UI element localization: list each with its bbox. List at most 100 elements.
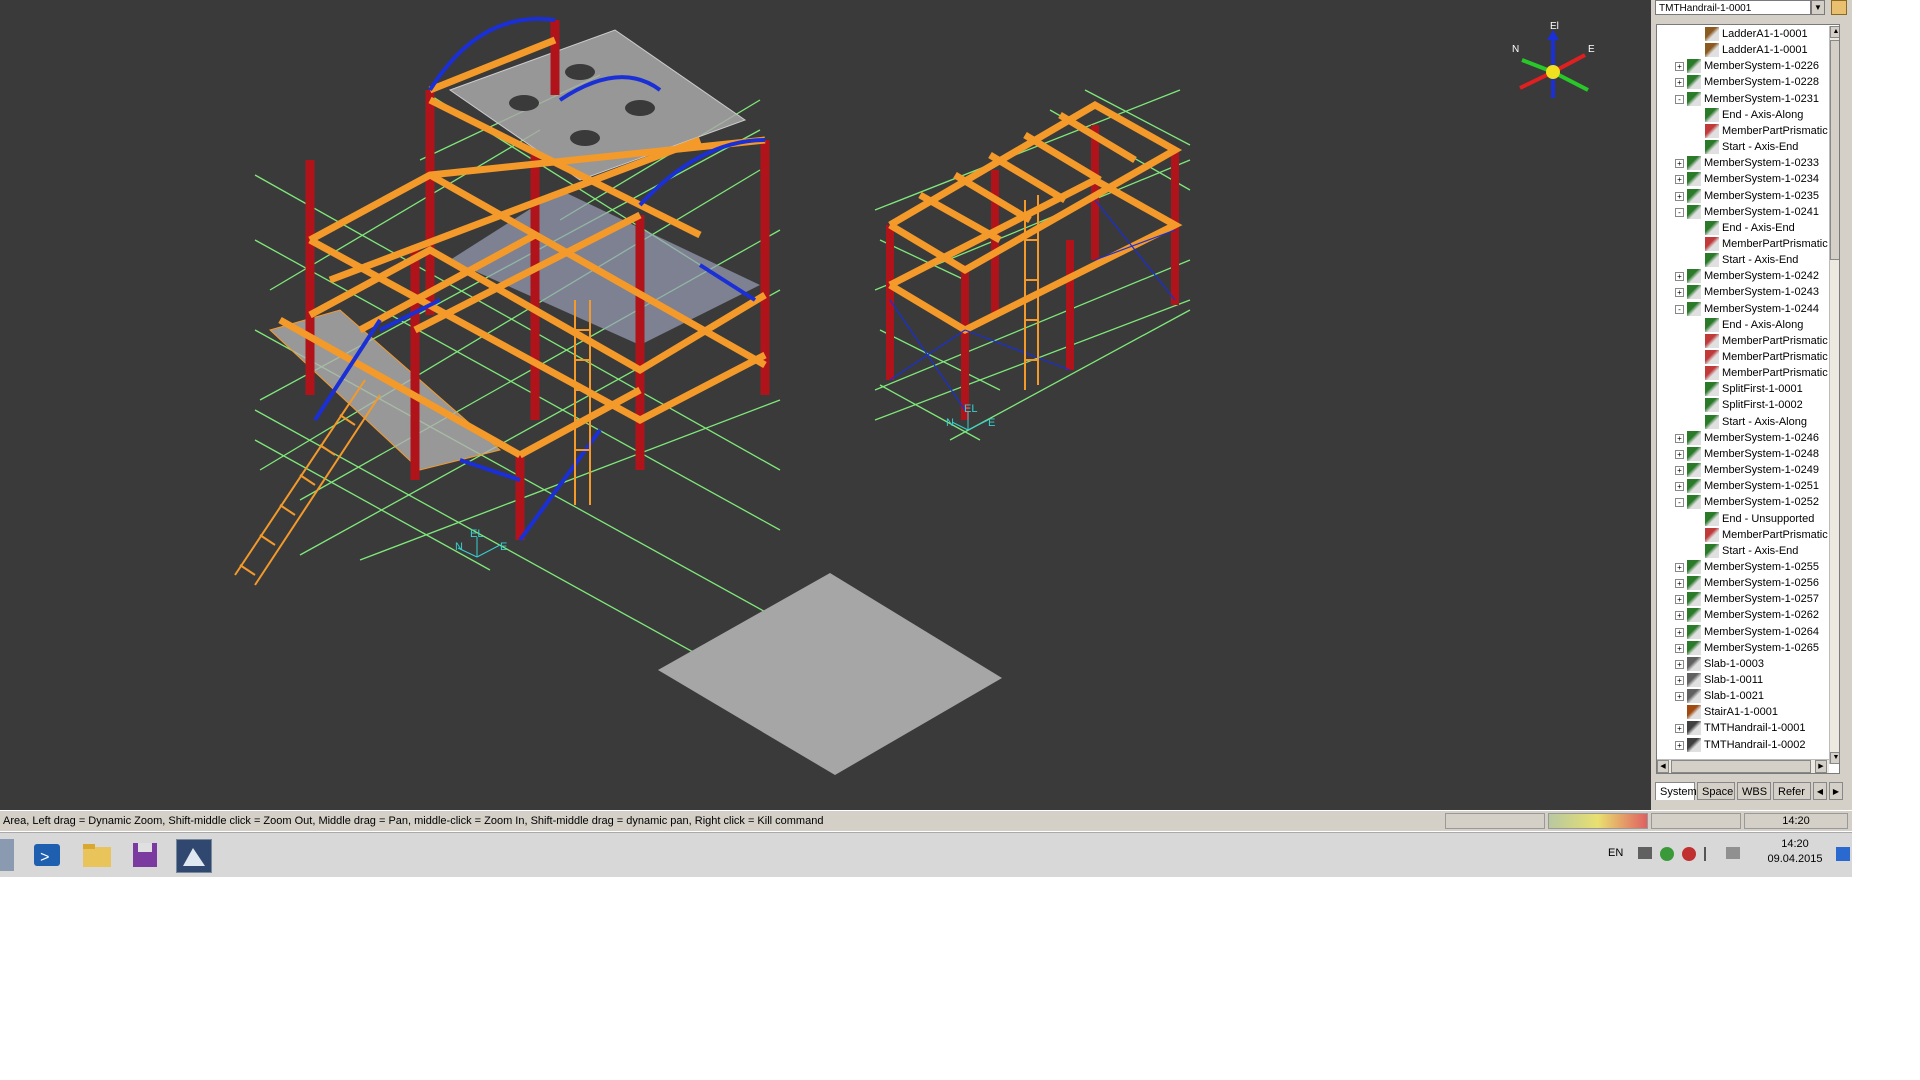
tree-item[interactable]: + MemberSystem-1-0257 xyxy=(1657,591,1829,607)
tree-item[interactable]: MemberPartPrismatic xyxy=(1657,333,1829,349)
tree-item[interactable]: + MemberSystem-1-0255 xyxy=(1657,559,1829,575)
tree-vertical-scrollbar[interactable]: ▲ ▼ xyxy=(1829,26,1839,764)
tree-item[interactable]: + MemberSystem-1-0246 xyxy=(1657,430,1829,446)
tree-item[interactable]: + TMTHandrail-1-0002 xyxy=(1657,737,1829,753)
hscroll-thumb[interactable] xyxy=(1671,760,1811,773)
collapse-icon[interactable]: - xyxy=(1675,207,1684,217)
expand-icon[interactable]: + xyxy=(1675,562,1684,572)
tree-item[interactable]: + MemberSystem-1-0233 xyxy=(1657,155,1829,171)
file-explorer-icon[interactable] xyxy=(80,839,114,871)
expand-icon[interactable]: + xyxy=(1675,676,1684,685)
tree-item[interactable]: MemberPartPrismatic xyxy=(1657,365,1829,381)
expand-icon[interactable]: + xyxy=(1675,595,1684,605)
expand-icon[interactable]: + xyxy=(1675,482,1684,492)
tree-item[interactable]: + Slab-1-0003 xyxy=(1657,656,1829,672)
tree-item[interactable]: + MemberSystem-1-0228 xyxy=(1657,74,1829,90)
expand-icon[interactable]: + xyxy=(1675,449,1684,459)
collapse-icon[interactable]: - xyxy=(1675,304,1684,314)
tree-item[interactable]: MemberPartPrismatic xyxy=(1657,236,1829,252)
tree-item[interactable]: SplitFirst-1-0001 xyxy=(1657,381,1829,397)
3d-graphic-view[interactable]: EL N E EL N E El N E xyxy=(0,0,1651,810)
tree-item[interactable]: + MemberSystem-1-0264 xyxy=(1657,624,1829,640)
tray-display-icon[interactable] xyxy=(1726,847,1740,859)
tray-flag-icon[interactable] xyxy=(1704,847,1720,861)
tray-monitor-icon[interactable] xyxy=(1638,847,1652,859)
lock-icon[interactable] xyxy=(1831,0,1847,15)
expand-icon[interactable]: + xyxy=(1675,627,1684,637)
tray-network-icon[interactable] xyxy=(1682,847,1696,861)
scroll-right-arrow-icon[interactable]: ▶ xyxy=(1815,760,1827,773)
tree-item[interactable]: End - Axis-Along xyxy=(1657,107,1829,123)
tree-item[interactable]: + MemberSystem-1-0248 xyxy=(1657,446,1829,462)
expand-icon[interactable]: + xyxy=(1675,272,1684,282)
expand-icon[interactable]: + xyxy=(1675,466,1684,476)
scroll-up-arrow-icon[interactable]: ▲ xyxy=(1830,26,1839,38)
tree-item[interactable]: End - Axis-Along xyxy=(1657,317,1829,333)
tree-item[interactable]: - MemberSystem-1-0241 xyxy=(1657,204,1829,220)
powershell-icon[interactable]: > xyxy=(30,839,64,871)
combo-dropdown-arrow-icon[interactable]: ▼ xyxy=(1811,0,1825,15)
tab-scroll-left-icon[interactable]: ◀ xyxy=(1813,782,1827,800)
tree-item[interactable]: SplitFirst-1-0002 xyxy=(1657,397,1829,413)
tree-item[interactable]: + TMTHandrail-1-0001 xyxy=(1657,720,1829,736)
expand-icon[interactable]: + xyxy=(1675,191,1684,201)
tree-item[interactable]: Start - Axis-End xyxy=(1657,139,1829,155)
tree-item[interactable]: + MemberSystem-1-0243 xyxy=(1657,284,1829,300)
tab-wbs[interactable]: WBS xyxy=(1737,782,1771,800)
tab-space[interactable]: Space xyxy=(1697,782,1735,800)
collapse-icon[interactable]: - xyxy=(1675,94,1684,104)
tree-item[interactable]: LadderA1-1-0001 xyxy=(1657,42,1829,58)
collapse-icon[interactable]: - xyxy=(1675,498,1684,508)
smart3d-app-icon[interactable] xyxy=(176,839,212,873)
expand-icon[interactable]: + xyxy=(1675,724,1684,734)
tree-item[interactable]: End - Unsupported xyxy=(1657,511,1829,527)
tree-item[interactable]: + MemberSystem-1-0226 xyxy=(1657,58,1829,74)
tree-item[interactable]: + MemberSystem-1-0242 xyxy=(1657,268,1829,284)
expand-icon[interactable]: + xyxy=(1675,62,1684,72)
expand-icon[interactable]: + xyxy=(1675,159,1684,169)
tree-item[interactable]: End - Axis-End xyxy=(1657,220,1829,236)
tree-item[interactable]: + Slab-1-0011 xyxy=(1657,672,1829,688)
scroll-down-arrow-icon[interactable]: ▼ xyxy=(1830,752,1839,764)
expand-icon[interactable]: + xyxy=(1675,692,1684,702)
tree-item[interactable]: MemberPartPrismatic xyxy=(1657,527,1829,543)
start-button-icon[interactable] xyxy=(0,839,14,871)
floor-slab[interactable] xyxy=(658,573,1002,775)
tab-reference[interactable]: Refer xyxy=(1773,782,1811,800)
tree-item[interactable]: + MemberSystem-1-0251 xyxy=(1657,478,1829,494)
expand-icon[interactable]: + xyxy=(1675,740,1684,750)
tree-item[interactable]: + MemberSystem-1-0265 xyxy=(1657,640,1829,656)
tree-item[interactable]: + Slab-1-0021 xyxy=(1657,688,1829,704)
tree-item[interactable]: - MemberSystem-1-0252 xyxy=(1657,494,1829,510)
expand-icon[interactable]: + xyxy=(1675,78,1684,88)
structure-a[interactable] xyxy=(234,16,781,701)
tree-item[interactable]: Start - Axis-Along xyxy=(1657,414,1829,430)
tree-item[interactable]: - MemberSystem-1-0231 xyxy=(1657,91,1829,107)
expand-icon[interactable]: + xyxy=(1675,579,1684,589)
tree-item[interactable]: + MemberSystem-1-0262 xyxy=(1657,607,1829,623)
expand-icon[interactable]: + xyxy=(1675,288,1684,298)
expand-icon[interactable]: + xyxy=(1675,611,1684,621)
tray-security-icon[interactable] xyxy=(1660,847,1674,861)
show-desktop-icon[interactable] xyxy=(1836,847,1850,861)
tree-horizontal-scrollbar[interactable]: ◀ ▶ xyxy=(1657,759,1829,773)
save-disk-icon[interactable] xyxy=(128,839,162,871)
scroll-thumb[interactable] xyxy=(1830,40,1839,260)
expand-icon[interactable]: + xyxy=(1675,433,1684,443)
tree-item[interactable]: Start - Axis-End xyxy=(1657,252,1829,268)
selection-combo[interactable]: TMTHandrail-1-0001 xyxy=(1655,0,1811,15)
tree-item[interactable]: Start - Axis-End xyxy=(1657,543,1829,559)
tree-item[interactable]: - MemberSystem-1-0244 xyxy=(1657,301,1829,317)
structure-b[interactable] xyxy=(874,89,1191,441)
tree-item[interactable]: MemberPartPrismatic xyxy=(1657,349,1829,365)
tab-system[interactable]: System xyxy=(1655,782,1697,800)
view-compass[interactable]: El N E xyxy=(1512,21,1595,98)
tree-item[interactable]: MemberPartPrismatic xyxy=(1657,123,1829,139)
taskbar-clock[interactable]: 14:20 09.04.2015 xyxy=(1760,837,1830,867)
input-language[interactable]: EN xyxy=(1608,847,1623,859)
tree-item[interactable]: StairA1-1-0001 xyxy=(1657,704,1829,720)
expand-icon[interactable]: + xyxy=(1675,175,1684,185)
tree-item[interactable]: + MemberSystem-1-0249 xyxy=(1657,462,1829,478)
scroll-left-arrow-icon[interactable]: ◀ xyxy=(1657,760,1669,773)
workspace-tree[interactable]: LadderA1-1-0001 LadderA1-1-0001 + MemberSys… xyxy=(1656,24,1840,774)
